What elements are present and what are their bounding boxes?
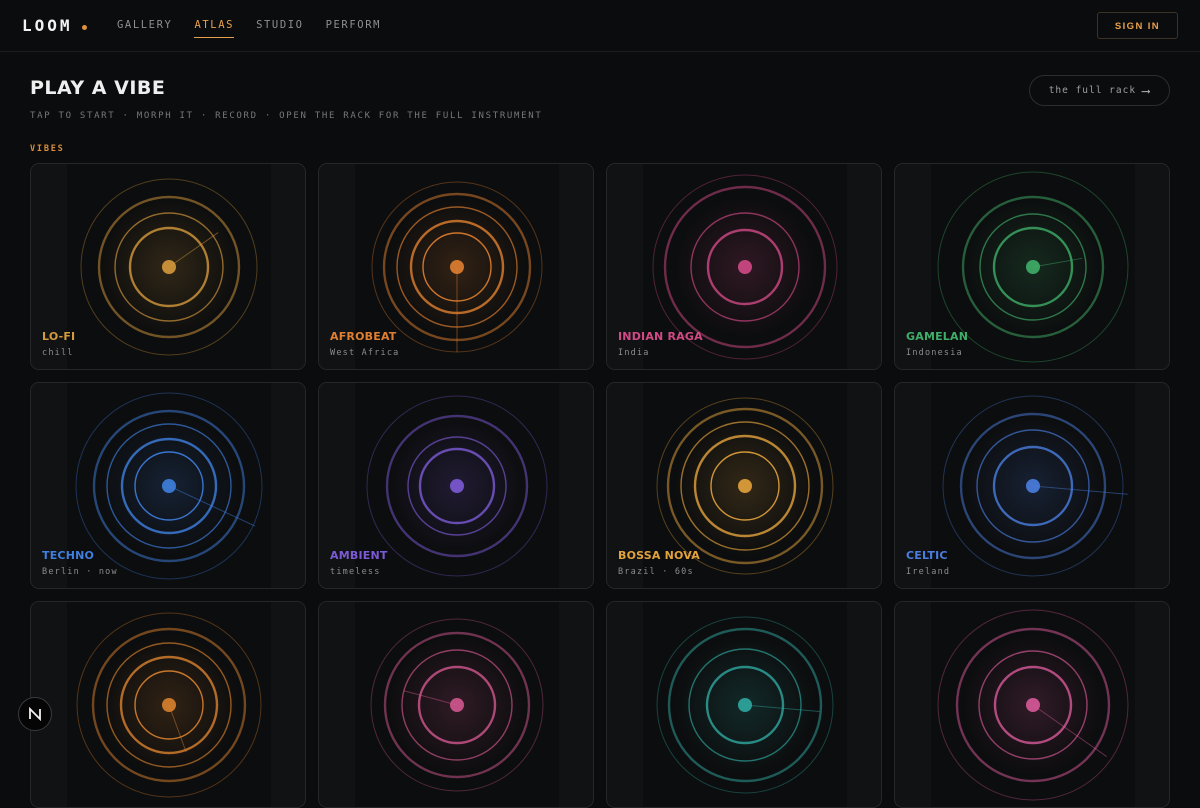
- sign-in-button[interactable]: SIGN IN: [1097, 12, 1178, 39]
- vibe-card-name: AFROBEAT: [330, 330, 397, 343]
- vibe-visualizer: [895, 602, 1169, 807]
- vibe-card[interactable]: [606, 601, 882, 808]
- full-rack-button[interactable]: the full rack ⟶: [1029, 75, 1170, 106]
- vibe-grid: LO-FI chill AFROBEAT West Africa INDIAN RAGA…: [30, 163, 1170, 808]
- vibe-card-name: GAMELAN: [906, 330, 969, 343]
- vibe-card[interactable]: AMBIENT timeless: [318, 382, 594, 589]
- vibe-card-origin: Indonesia: [906, 348, 963, 358]
- vibe-card-name: AMBIENT: [330, 549, 388, 562]
- vibe-card[interactable]: AFROBEAT West Africa: [318, 163, 594, 370]
- vibe-card[interactable]: BOSSA NOVA Brazil · 60s: [606, 382, 882, 589]
- vibe-card-name: CELTIC: [906, 549, 948, 562]
- page-subtitle: TAP TO START · MORPH IT · RECORD · OPEN …: [30, 111, 543, 121]
- page-title: PLAY A VIBE: [30, 77, 166, 99]
- n-logo-icon[interactable]: [18, 697, 52, 731]
- vibe-visualizer: [319, 602, 593, 807]
- vibe-card-origin: West Africa: [330, 348, 400, 358]
- vibe-card[interactable]: GAMELAN Indonesia: [894, 163, 1170, 370]
- arrow-right-icon: ⟶: [1142, 83, 1151, 98]
- nav-perform[interactable]: PERFORM: [326, 19, 381, 38]
- vibe-card-origin: Ireland: [906, 567, 951, 577]
- nav-studio[interactable]: STUDIO: [256, 19, 304, 38]
- section-label-vibes: VIBES: [30, 144, 65, 154]
- n-logo-glyph-icon: [29, 707, 41, 721]
- vibe-card-name: TECHNO: [42, 549, 95, 562]
- vibe-card-origin: Brazil · 60s: [618, 567, 694, 577]
- vibe-card[interactable]: CELTIC Ireland: [894, 382, 1170, 589]
- vibe-card[interactable]: TECHNO Berlin · now: [30, 382, 306, 589]
- vibe-visualizer: [607, 602, 881, 807]
- top-bar: LOOM GALLERY ATLAS STUDIO PERFORM SIGN I…: [0, 0, 1200, 52]
- vibe-visualizer: [31, 602, 305, 807]
- vibe-card[interactable]: [894, 601, 1170, 808]
- main-nav: GALLERY ATLAS STUDIO PERFORM: [117, 19, 381, 38]
- vibe-card-name: BOSSA NOVA: [618, 549, 700, 562]
- vibe-card-name: INDIAN RAGA: [618, 330, 703, 343]
- vibe-card[interactable]: LO-FI chill: [30, 163, 306, 370]
- vibe-card[interactable]: [318, 601, 594, 808]
- nav-atlas[interactable]: ATLAS: [194, 19, 235, 38]
- logo-dot-icon: [82, 25, 87, 30]
- vibe-card[interactable]: [30, 601, 306, 808]
- nav-gallery[interactable]: GALLERY: [117, 19, 172, 38]
- full-rack-label: the full rack: [1048, 85, 1137, 96]
- logo[interactable]: LOOM: [22, 16, 73, 35]
- vibe-card-origin: chill: [42, 348, 74, 358]
- vibe-card-name: LO-FI: [42, 330, 76, 343]
- vibe-card-origin: India: [618, 348, 650, 358]
- vibe-card-origin: timeless: [330, 567, 381, 577]
- vibe-card-origin: Berlin · now: [42, 567, 118, 577]
- vibe-card[interactable]: INDIAN RAGA India: [606, 163, 882, 370]
